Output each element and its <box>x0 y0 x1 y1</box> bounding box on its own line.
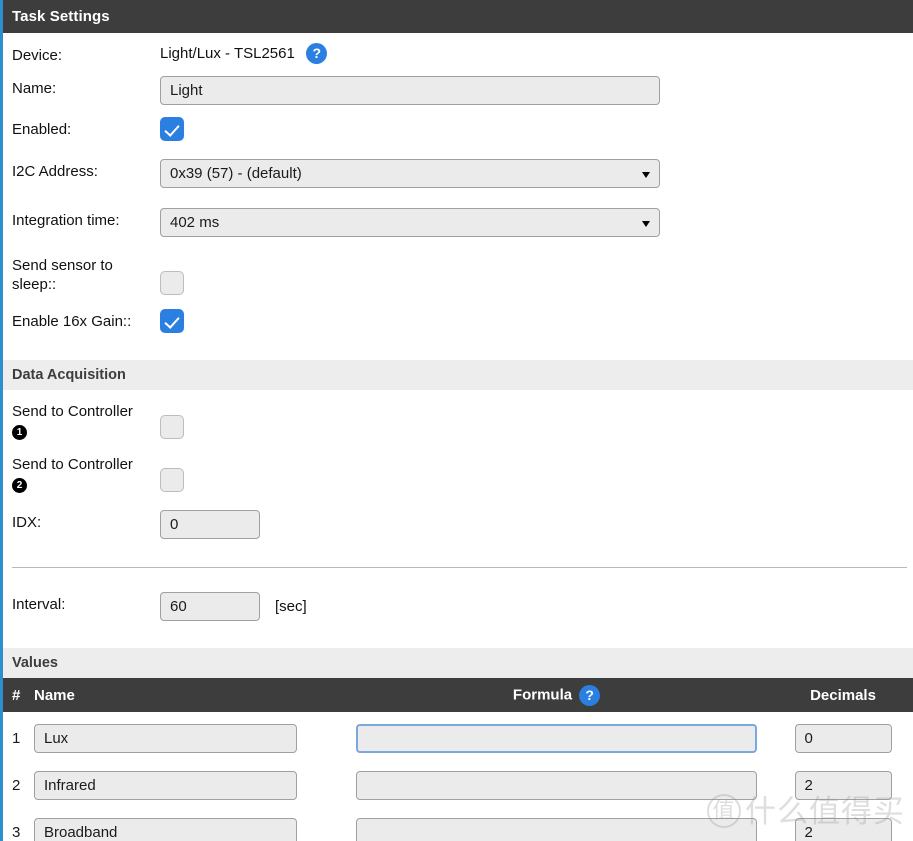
sensor-sleep-checkbox[interactable] <box>160 271 184 295</box>
idx-row: IDX: <box>3 510 913 539</box>
send-to-controller-2-row: Send to Controller 2 <box>3 455 913 497</box>
column-header-number: # <box>12 686 21 704</box>
value-decimals-input[interactable] <box>794 818 892 841</box>
gain-checkbox[interactable] <box>160 309 184 333</box>
integration-time-label: Integration time: <box>12 212 120 229</box>
i2c-address-select-wrapper[interactable]: 0x39 (57) - (default) <box>160 159 660 188</box>
question-mark-icon[interactable]: ? <box>579 684 601 706</box>
sensor-sleep-row: Send sensor to sleep:: <box>3 256 913 300</box>
value-decimals-input[interactable] <box>794 771 892 800</box>
idx-input[interactable] <box>160 510 260 539</box>
send-to-controller-2-checkbox[interactable] <box>160 468 184 492</box>
row-number: 1 <box>12 730 21 747</box>
send-to-controller-1-label: Send to Controller <box>12 403 133 420</box>
interval-label: Interval: <box>12 596 66 613</box>
enabled-label: Enabled: <box>12 121 72 138</box>
send-to-controller-2-label: Send to Controller <box>12 456 133 473</box>
column-header-formula-label: Formula <box>512 685 573 703</box>
i2c-address-row: I2C Address: 0x39 (57) - (default) <box>3 159 913 188</box>
task-settings-page: Task Settings Device: Light/Lux - TSL256… <box>0 0 913 841</box>
interval-input[interactable] <box>160 592 260 621</box>
table-row: 1 <box>3 715 913 762</box>
section-divider <box>12 567 907 568</box>
gain-label: Enable 16x Gain:: <box>12 313 132 330</box>
question-mark-icon[interactable]: ? <box>306 43 328 64</box>
badge-number-2: 2 <box>12 478 27 493</box>
integration-time-select[interactable]: 402 ms <box>160 208 660 237</box>
table-row: 2 <box>3 762 913 809</box>
interval-unit-label: [sec] <box>275 598 307 615</box>
values-table-header: # Name Formula? Decimals <box>3 678 913 712</box>
row-number: 2 <box>12 777 21 794</box>
send-to-controller-1-checkbox[interactable] <box>160 415 184 439</box>
device-row: Device: Light/Lux - TSL2561 ? <box>3 43 913 65</box>
column-header-formula: Formula? <box>340 684 773 706</box>
row-number: 3 <box>12 824 21 841</box>
device-value: Light/Lux - TSL2561 <box>160 44 295 62</box>
value-formula-input[interactable] <box>356 771 757 800</box>
i2c-address-label: I2C Address: <box>12 163 98 180</box>
i2c-address-select[interactable]: 0x39 (57) - (default) <box>160 159 660 188</box>
value-formula-input[interactable] <box>356 818 757 841</box>
device-label: Device: <box>12 47 63 64</box>
sensor-sleep-label: Send sensor to sleep:: <box>12 257 113 293</box>
value-name-input[interactable] <box>34 818 297 841</box>
gain-row: Enable 16x Gain:: <box>3 309 913 338</box>
integration-time-select-wrapper[interactable]: 402 ms <box>160 208 660 237</box>
page-title: Task Settings <box>3 0 913 33</box>
value-name-input[interactable] <box>34 771 297 800</box>
value-name-input[interactable] <box>34 724 297 753</box>
badge-number-1: 1 <box>12 425 27 440</box>
value-decimals-input[interactable] <box>794 724 892 753</box>
enabled-row: Enabled: <box>3 117 913 146</box>
idx-label: IDX: <box>12 514 42 531</box>
name-input[interactable] <box>160 76 660 105</box>
interval-row: Interval: [sec] <box>3 592 913 621</box>
column-header-name: Name <box>34 686 75 704</box>
integration-time-row: Integration time: 402 ms <box>3 208 913 237</box>
value-formula-input[interactable] <box>356 724 757 753</box>
data-acquisition-heading: Data Acquisition <box>3 360 913 390</box>
send-to-controller-1-row: Send to Controller 1 <box>3 402 913 444</box>
enabled-checkbox[interactable] <box>160 117 184 141</box>
name-row: Name: <box>3 76 913 105</box>
table-row: 3 <box>3 809 913 841</box>
values-heading: Values <box>3 648 913 678</box>
column-header-decimals: Decimals <box>810 686 876 704</box>
name-label: Name: <box>12 80 57 97</box>
